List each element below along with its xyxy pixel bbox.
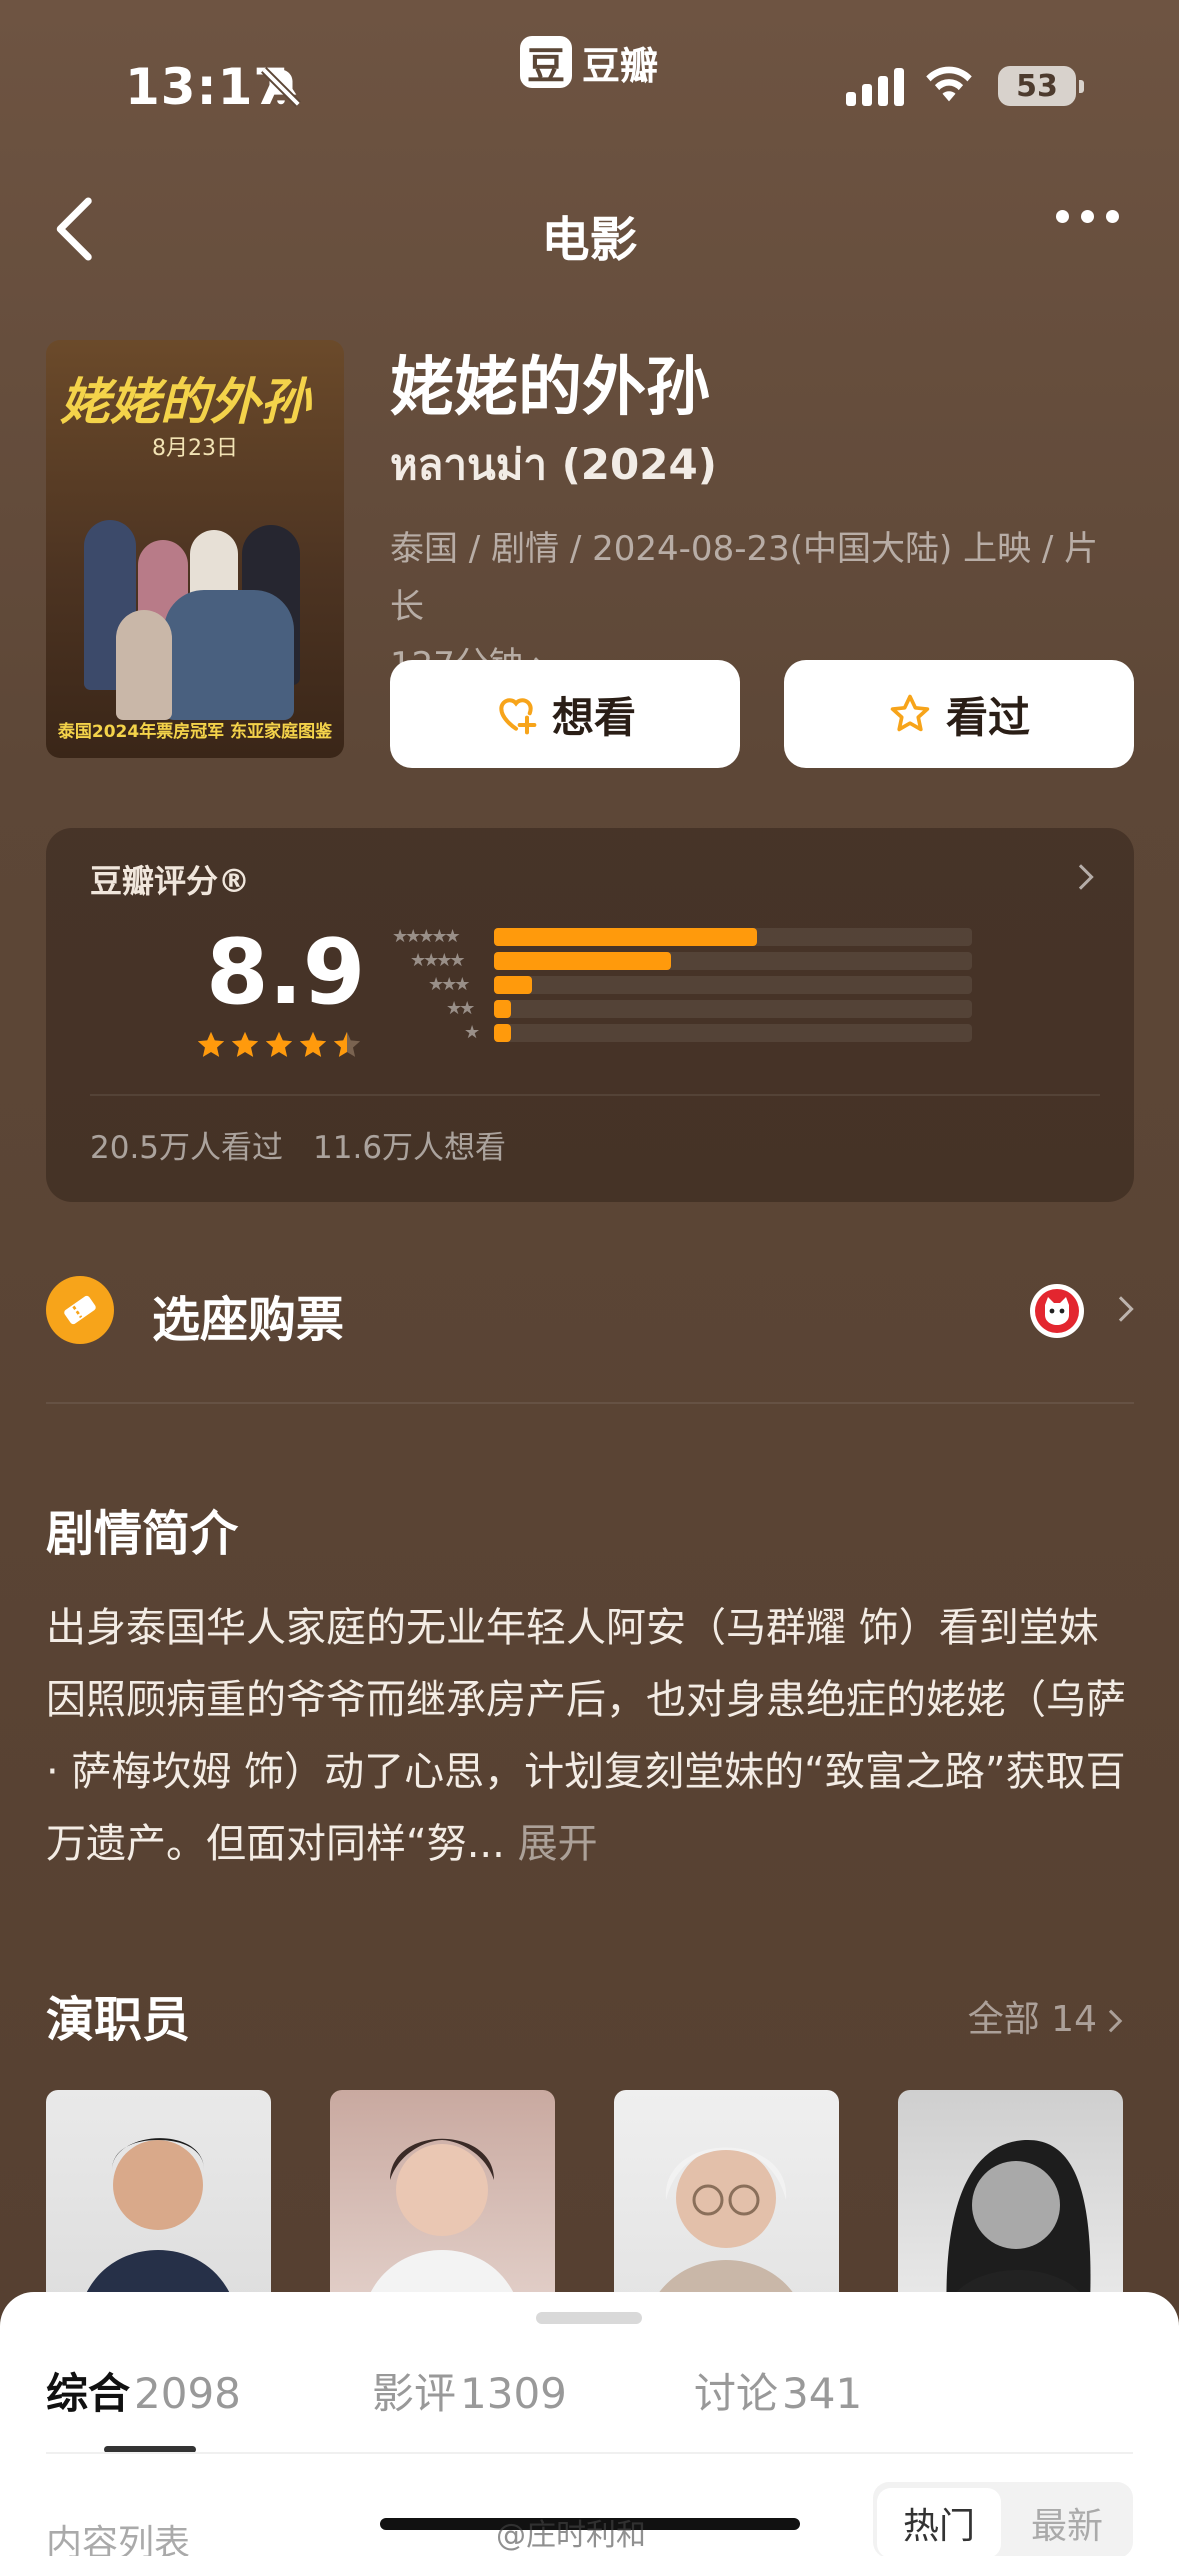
poster-figure bbox=[116, 610, 172, 720]
rating-stars bbox=[196, 1030, 362, 1060]
chevron-right-icon bbox=[1099, 2009, 1123, 2033]
rating-score: 8.9 bbox=[206, 920, 366, 1025]
poster-figure bbox=[164, 590, 294, 720]
want-label: 想看 bbox=[551, 692, 636, 742]
status-bar: 13:17 豆 豆瓣 53 bbox=[0, 0, 1179, 160]
distribution-row: ★★ bbox=[382, 998, 982, 1019]
distribution-track bbox=[494, 1024, 972, 1042]
tab-label: 综合 bbox=[46, 2369, 131, 2418]
content-list-label: 内容列表 bbox=[46, 2523, 191, 2556]
distribution-stars: ★★★★ bbox=[410, 950, 466, 971]
app-name: 豆瓣 bbox=[582, 43, 659, 88]
want-count: 11.6万人想看 bbox=[313, 1130, 507, 1166]
divider bbox=[46, 1402, 1134, 1404]
poster-title: 姥姥的外孙 bbox=[60, 372, 310, 431]
distribution-track bbox=[494, 976, 972, 994]
rating-card[interactable]: 豆瓣评分® 8.9 ★★★★★ ★★★★ ★★★ ★★ ★ 20.5万人看过 11.6万… bbox=[46, 828, 1134, 1202]
distribution-row: ★ bbox=[382, 1022, 982, 1043]
distribution-stars: ★★ bbox=[446, 998, 475, 1019]
page-title: 电影 bbox=[541, 212, 638, 268]
distribution-row: ★★★★ bbox=[382, 950, 982, 971]
buy-tickets-row[interactable]: 选座购票 bbox=[46, 1256, 1134, 1366]
battery-icon: 53 bbox=[998, 66, 1084, 106]
distribution-bar bbox=[494, 952, 671, 970]
watermark-text: @庄时利和 bbox=[496, 2518, 646, 2553]
distribution-bar bbox=[494, 1000, 511, 1018]
distribution-track bbox=[494, 952, 972, 970]
tab-overview[interactable]: 综合2098 bbox=[46, 2360, 241, 2421]
synopsis-title: 剧情简介 bbox=[46, 1506, 239, 1562]
star-outline-icon bbox=[890, 694, 930, 732]
distribution-track bbox=[494, 928, 972, 946]
rating-counts: 20.5万人看过 11.6万人想看 bbox=[90, 1122, 506, 1167]
distribution-row: ★★★★★ bbox=[382, 926, 982, 947]
distribution-stars: ★ bbox=[464, 1022, 480, 1043]
sheet-grabber[interactable] bbox=[536, 2312, 642, 2324]
sort-hot-button[interactable]: 热门 bbox=[877, 2488, 1001, 2556]
seen-label: 看过 bbox=[945, 692, 1030, 742]
seen-count: 20.5万人看过 bbox=[90, 1130, 284, 1166]
movie-poster[interactable]: 姥姥的外孙 8月23日 泰国2024年票房冠军 东亚家庭图鉴 bbox=[46, 340, 344, 758]
poster-tagline: 泰国2024年票房冠军 东亚家庭图鉴 bbox=[57, 722, 333, 742]
more-options-icon[interactable] bbox=[1056, 210, 1119, 223]
distribution-track bbox=[494, 1000, 972, 1018]
distribution-bar bbox=[494, 1024, 511, 1042]
app-badge[interactable]: 豆 豆瓣 bbox=[520, 36, 658, 88]
poster-date: 8月23日 bbox=[152, 436, 238, 461]
buy-tickets-label: 选座购票 bbox=[152, 1292, 345, 1348]
distribution-bar bbox=[494, 976, 533, 994]
chevron-right-icon bbox=[1068, 864, 1094, 890]
chevron-right-icon bbox=[1108, 1296, 1134, 1322]
wifi-icon bbox=[926, 66, 972, 102]
distribution-stars: ★★★★★ bbox=[392, 926, 461, 947]
signal-icon bbox=[846, 66, 904, 106]
star-icon bbox=[231, 1031, 259, 1057]
all-cast-label: 全部 14 bbox=[967, 1999, 1097, 2040]
ticket-icon bbox=[46, 1276, 114, 1344]
tab-count: 1309 bbox=[460, 2369, 567, 2418]
tab-count: 341 bbox=[782, 2369, 863, 2418]
want-to-watch-button[interactable]: 想看 bbox=[390, 660, 740, 768]
nav-bar: 电影 bbox=[0, 180, 1179, 276]
tab-count: 2098 bbox=[134, 2369, 241, 2418]
sort-toggle: 热门 最新 bbox=[873, 2482, 1133, 2556]
meta-line: 泰国 / 剧情 / 2024-08-23(中国大陆) 上映 / 片长 bbox=[390, 529, 1099, 627]
divider bbox=[90, 1094, 1100, 1096]
star-icon bbox=[265, 1031, 293, 1057]
bell-muted-icon bbox=[261, 67, 301, 107]
cast-title: 演职员 bbox=[46, 1992, 191, 2048]
synopsis-text[interactable]: 出身泰国华人家庭的无业年轻人阿安（马群耀 饰）看到堂妹因照顾病重的爷爷而继承房产… bbox=[46, 1592, 1136, 1880]
distribution-stars: ★★★ bbox=[428, 974, 470, 995]
tab-reviews[interactable]: 影评1309 bbox=[372, 2360, 567, 2421]
distribution-bar bbox=[494, 928, 757, 946]
maoyan-cat-icon bbox=[1030, 1284, 1084, 1338]
heart-plus-icon bbox=[499, 698, 537, 735]
movie-title: 姥姥的外孙 bbox=[390, 351, 710, 425]
tab-discussions[interactable]: 讨论341 bbox=[694, 2360, 862, 2421]
watched-button[interactable]: 看过 bbox=[784, 660, 1134, 768]
tab-label: 影评 bbox=[372, 2369, 457, 2418]
divider bbox=[46, 2452, 1133, 2454]
star-icon bbox=[299, 1031, 327, 1057]
rating-label: 豆瓣评分® bbox=[90, 862, 251, 900]
all-cast-link[interactable]: 全部 14 bbox=[967, 1990, 1123, 2042]
sort-new-button[interactable]: 最新 bbox=[1005, 2488, 1129, 2556]
star-icon bbox=[333, 1031, 361, 1057]
distribution-row: ★★★ bbox=[382, 974, 982, 995]
douban-logo-icon: 豆 bbox=[520, 36, 572, 88]
original-title: หลานม่า (2024) bbox=[390, 440, 717, 489]
tab-label: 讨论 bbox=[694, 2369, 779, 2418]
expand-link[interactable]: 展开 bbox=[518, 1821, 598, 1867]
star-icon bbox=[197, 1031, 225, 1057]
